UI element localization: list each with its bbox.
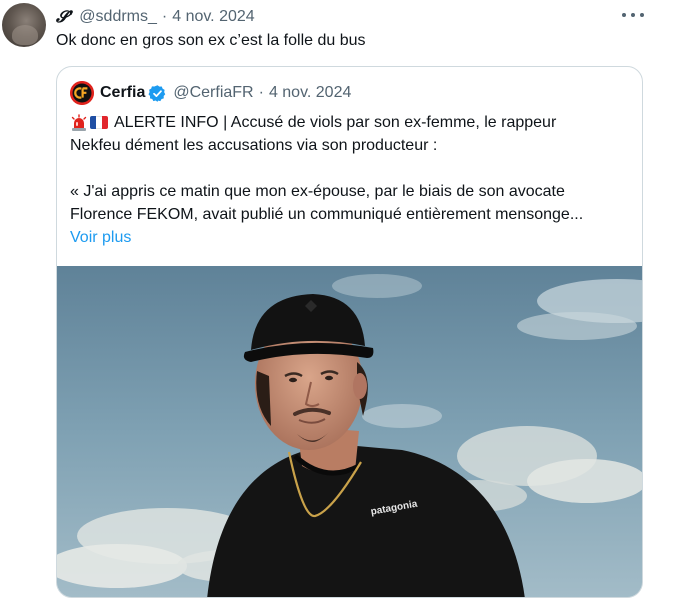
- show-more-link[interactable]: Voir plus: [70, 226, 131, 249]
- siren-emoji-icon: [70, 113, 88, 132]
- quoted-line-3: « J'ai appris ce matin que mon ex-épouse…: [70, 180, 635, 203]
- quoted-text-line: Florence FEKOM, avait publié un communiq…: [70, 206, 584, 223]
- quoted-line-2: Nekfeu dément les accusations via son pr…: [70, 134, 635, 157]
- quoted-text-line: « J'ai appris ce matin que mon ex-épouse…: [70, 183, 565, 200]
- cerfia-avatar[interactable]: [70, 81, 94, 105]
- quoted-text-line: Nekfeu dément les accusations via son pr…: [70, 137, 438, 154]
- quoted-tweet[interactable]: Cerfia @CerfiaFR · 4 nov. 2024 ALERTE IN…: [56, 66, 643, 598]
- more-horizontal-icon[interactable]: [622, 6, 644, 24]
- quoted-user-handle[interactable]: @CerfiaFR: [173, 84, 253, 102]
- france-flag-icon: [90, 116, 108, 129]
- tweet[interactable]: 𝓢' @sddrms_ · 4 nov. 2024 Ok donc en gro…: [0, 0, 684, 602]
- quoted-text-line: ALERTE INFO | Accusé de viols par son ex…: [114, 114, 557, 131]
- tweet-date[interactable]: 4 nov. 2024: [172, 8, 254, 26]
- quoted-tweet-date[interactable]: 4 nov. 2024: [269, 84, 351, 102]
- tweet-text: Ok donc en gros son ex c’est la folle du…: [56, 32, 366, 49]
- quoted-line-1: ALERTE INFO | Accusé de viols par son ex…: [70, 111, 635, 134]
- quoted-line-4: Florence FEKOM, avait publié un communiq…: [70, 203, 635, 226]
- quoted-tweet-header: Cerfia @CerfiaFR · 4 nov. 2024: [70, 81, 351, 105]
- quoted-tweet-image[interactable]: patagonia: [57, 266, 642, 597]
- verified-badge-icon: [148, 84, 167, 103]
- user-handle[interactable]: @sddrms_: [79, 8, 157, 26]
- avatar[interactable]: [2, 3, 46, 47]
- quoted-line-5: Voir plus: [70, 226, 635, 249]
- display-name[interactable]: 𝓢': [56, 7, 73, 27]
- separator-dot: ·: [161, 8, 168, 25]
- quoted-display-name[interactable]: Cerfia: [100, 84, 145, 102]
- portrait-photo: patagonia: [57, 266, 642, 597]
- tweet-header: 𝓢' @sddrms_ · 4 nov. 2024: [56, 6, 255, 28]
- quoted-tweet-body: ALERTE INFO | Accusé de viols par son ex…: [70, 111, 635, 249]
- cerfia-logo-icon: [70, 81, 94, 105]
- separator-dot: ·: [258, 84, 264, 101]
